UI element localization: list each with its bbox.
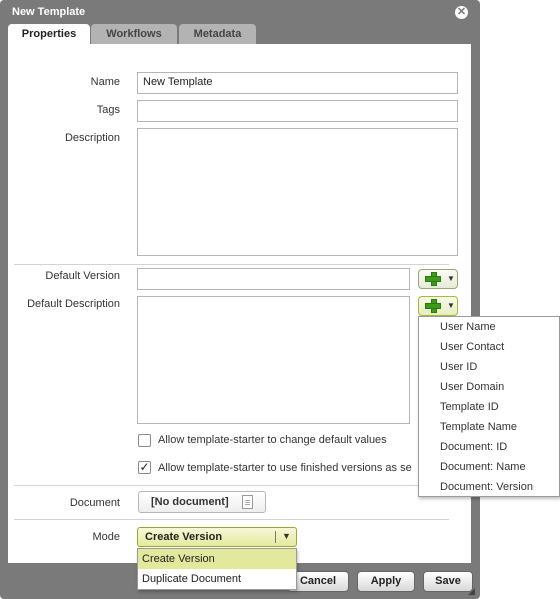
save-button[interactable]: Save [423,571,473,592]
mode-option-duplicate-document[interactable]: Duplicate Document [138,569,296,589]
name-label: Name [90,76,120,88]
menu-item-document-version[interactable]: Document: Version [440,481,533,493]
menu-item-template-name[interactable]: Template Name [440,421,517,433]
menu-item-document-id[interactable]: Document: ID [440,441,507,453]
caret-down-icon: ▼ [282,531,291,541]
checkmark-icon: ✓ [139,460,150,474]
default-description-field[interactable] [137,296,410,424]
finished-versions-checkbox[interactable]: ✓ [138,461,151,474]
menu-item-document-name[interactable]: Document: Name [440,461,526,473]
default-version-label: Default Version [45,270,120,282]
dialog-titlebar[interactable]: New Template ✕ [0,0,480,24]
menu-item-user-name[interactable]: User Name [440,321,496,333]
menu-item-user-contact[interactable]: User Contact [440,341,504,353]
tab-workflows[interactable]: Workflows [91,24,177,44]
menu-item-user-id[interactable]: User ID [440,361,477,373]
caret-down-icon: ▼ [447,301,455,310]
insert-variable-button[interactable]: ▼ [418,269,458,289]
green-plus-icon-bar [425,303,441,309]
section-divider [14,485,449,486]
document-icon [242,495,253,509]
tab-properties[interactable]: Properties [8,24,90,44]
mode-option-create-version[interactable]: Create Version [138,549,296,569]
insert-variable-button-active[interactable]: ▼ [418,296,458,316]
mode-select[interactable]: Create Version ▼ [137,527,297,547]
caret-down-icon: ▼ [447,274,455,283]
description-field[interactable] [137,128,458,256]
select-document-button[interactable]: [No document] [138,491,266,513]
close-icon[interactable]: ✕ [455,6,468,19]
document-label: Document [69,497,120,509]
menu-item-template-id[interactable]: Template ID [440,401,499,413]
mode-label: Mode [92,531,120,543]
finished-versions-label: Allow template-starter to use finished v… [158,462,412,474]
dialog-title: New Template [12,6,86,18]
select-divider [275,531,276,543]
variables-menu: User Name User Contact User ID User Doma… [418,316,560,497]
change-defaults-checkbox[interactable] [138,434,151,447]
name-field[interactable]: New Template [137,72,458,94]
section-divider [14,519,449,520]
green-plus-icon-bar [425,276,441,282]
change-defaults-label: Allow template-starter to change default… [158,434,387,446]
mode-select-value: Create Version [145,531,223,543]
resize-grip-icon[interactable]: ◢ [468,586,478,596]
default-version-field[interactable] [137,268,410,290]
menu-item-user-domain[interactable]: User Domain [440,381,504,393]
default-description-label: Default Description [27,298,120,310]
tab-metadata[interactable]: Metadata [179,24,256,44]
tags-field[interactable] [137,100,458,122]
description-label: Description [64,132,120,144]
mode-options-list: Create Version Duplicate Document [137,548,297,590]
apply-button[interactable]: Apply [357,571,415,592]
document-button-label: [No document] [151,496,229,508]
section-divider [14,264,449,265]
tags-label: Tags [96,104,120,116]
